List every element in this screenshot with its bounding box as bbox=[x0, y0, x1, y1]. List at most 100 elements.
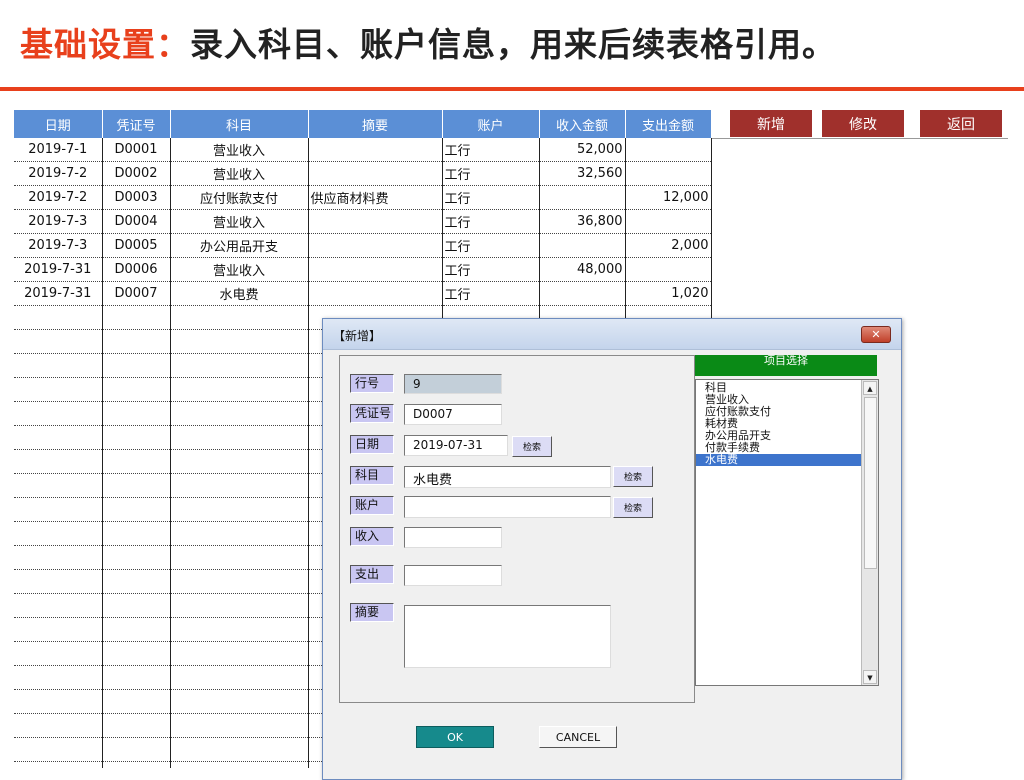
empty-cell[interactable] bbox=[170, 305, 309, 330]
cell-date[interactable]: 2019-7-2 bbox=[14, 161, 103, 186]
cell-income[interactable]: 48,000 bbox=[539, 257, 626, 282]
empty-cell[interactable] bbox=[170, 497, 309, 522]
empty-cell[interactable] bbox=[14, 497, 103, 522]
empty-cell[interactable] bbox=[170, 569, 309, 594]
subject-search-button[interactable]: 检索 bbox=[613, 466, 653, 487]
cell-summary[interactable] bbox=[308, 161, 443, 186]
cell-expense[interactable]: 1,020 bbox=[625, 281, 712, 306]
empty-cell[interactable] bbox=[102, 497, 171, 522]
table-row[interactable]: 2019-7-2 D0002 营业收入 工行 32,560 bbox=[14, 161, 712, 186]
empty-cell[interactable] bbox=[14, 425, 103, 450]
cell-income[interactable]: 52,000 bbox=[539, 138, 626, 162]
cell-expense[interactable]: 12,000 bbox=[625, 185, 712, 210]
cell-subject[interactable]: 营业收入 bbox=[170, 257, 309, 282]
cell-date[interactable]: 2019-7-3 bbox=[14, 209, 103, 234]
close-icon[interactable]: ✕ bbox=[861, 326, 891, 343]
cell-date[interactable]: 2019-7-2 bbox=[14, 185, 103, 210]
empty-cell[interactable] bbox=[170, 449, 309, 474]
cell-summary[interactable] bbox=[308, 138, 443, 162]
account-search-button[interactable]: 检索 bbox=[613, 497, 653, 518]
empty-cell[interactable] bbox=[102, 761, 171, 768]
empty-cell[interactable] bbox=[102, 641, 171, 666]
empty-cell[interactable] bbox=[102, 521, 171, 546]
empty-cell[interactable] bbox=[14, 377, 103, 402]
col-header-account[interactable]: 账户 bbox=[442, 110, 540, 138]
list-item-selected[interactable]: 水电费 bbox=[696, 454, 878, 466]
empty-cell[interactable] bbox=[102, 545, 171, 570]
scroll-thumb[interactable] bbox=[864, 397, 877, 569]
date-search-button[interactable]: 检索 bbox=[512, 436, 552, 457]
empty-cell[interactable] bbox=[102, 425, 171, 450]
empty-cell[interactable] bbox=[102, 401, 171, 426]
col-header-date[interactable]: 日期 bbox=[14, 110, 103, 138]
cell-subject[interactable]: 营业收入 bbox=[170, 138, 309, 162]
table-row[interactable]: 2019-7-2 D0003 应付账款支付 供应商材料费 工行 12,000 bbox=[14, 185, 712, 210]
cell-voucher[interactable]: D0007 bbox=[102, 281, 171, 306]
table-row[interactable]: 2019-7-31 D0006 营业收入 工行 48,000 bbox=[14, 257, 712, 282]
empty-cell[interactable] bbox=[170, 689, 309, 714]
cell-summary[interactable] bbox=[308, 233, 443, 258]
table-row[interactable]: 2019-7-3 D0004 营业收入 工行 36,800 bbox=[14, 209, 712, 234]
empty-cell[interactable] bbox=[14, 713, 103, 738]
summary-textarea[interactable] bbox=[404, 605, 611, 668]
cell-account[interactable]: 工行 bbox=[442, 161, 540, 186]
col-header-voucher[interactable]: 凭证号 bbox=[102, 110, 171, 138]
cell-expense[interactable] bbox=[625, 257, 712, 282]
empty-cell[interactable] bbox=[14, 545, 103, 570]
cell-income[interactable] bbox=[539, 281, 626, 306]
empty-cell[interactable] bbox=[14, 569, 103, 594]
col-header-summary[interactable]: 摘要 bbox=[308, 110, 443, 138]
empty-cell[interactable] bbox=[14, 353, 103, 378]
cell-subject[interactable]: 营业收入 bbox=[170, 209, 309, 234]
empty-cell[interactable] bbox=[102, 593, 171, 618]
cell-income[interactable]: 36,800 bbox=[539, 209, 626, 234]
cell-account[interactable]: 工行 bbox=[442, 138, 540, 162]
cell-account[interactable]: 工行 bbox=[442, 233, 540, 258]
cell-subject[interactable]: 营业收入 bbox=[170, 161, 309, 186]
empty-cell[interactable] bbox=[102, 713, 171, 738]
empty-cell[interactable] bbox=[170, 593, 309, 618]
cell-subject[interactable]: 办公用品开支 bbox=[170, 233, 309, 258]
empty-cell[interactable] bbox=[170, 425, 309, 450]
empty-cell[interactable] bbox=[170, 737, 309, 762]
cell-account[interactable]: 工行 bbox=[442, 281, 540, 306]
cell-voucher[interactable]: D0006 bbox=[102, 257, 171, 282]
empty-cell[interactable] bbox=[102, 737, 171, 762]
empty-cell[interactable] bbox=[14, 449, 103, 474]
cell-voucher[interactable]: D0001 bbox=[102, 138, 171, 162]
scroll-down-icon[interactable]: ▼ bbox=[863, 670, 877, 684]
empty-cell[interactable] bbox=[170, 377, 309, 402]
cell-income[interactable] bbox=[539, 185, 626, 210]
empty-cell[interactable] bbox=[14, 305, 103, 330]
cell-voucher[interactable]: D0003 bbox=[102, 185, 171, 210]
empty-cell[interactable] bbox=[170, 329, 309, 354]
empty-cell[interactable] bbox=[170, 617, 309, 642]
cancel-button[interactable]: CANCEL bbox=[539, 726, 617, 748]
cell-expense[interactable] bbox=[625, 209, 712, 234]
empty-cell[interactable] bbox=[170, 521, 309, 546]
cell-expense[interactable]: 2,000 bbox=[625, 233, 712, 258]
cell-voucher[interactable]: D0002 bbox=[102, 161, 171, 186]
cell-summary[interactable] bbox=[308, 209, 443, 234]
empty-cell[interactable] bbox=[102, 473, 171, 498]
cell-date[interactable]: 2019-7-31 bbox=[14, 281, 103, 306]
empty-cell[interactable] bbox=[102, 329, 171, 354]
cell-expense[interactable] bbox=[625, 138, 712, 162]
cell-account[interactable]: 工行 bbox=[442, 257, 540, 282]
empty-cell[interactable] bbox=[14, 521, 103, 546]
empty-cell[interactable] bbox=[14, 473, 103, 498]
cell-voucher[interactable]: D0005 bbox=[102, 233, 171, 258]
cell-date[interactable]: 2019-7-1 bbox=[14, 138, 103, 162]
table-row[interactable]: 2019-7-3 D0005 办公用品开支 工行 2,000 bbox=[14, 233, 712, 258]
empty-cell[interactable] bbox=[170, 713, 309, 738]
empty-cell[interactable] bbox=[170, 473, 309, 498]
empty-cell[interactable] bbox=[102, 665, 171, 690]
empty-cell[interactable] bbox=[14, 593, 103, 618]
col-header-expense[interactable]: 支出金额 bbox=[625, 110, 712, 138]
empty-cell[interactable] bbox=[102, 353, 171, 378]
item-picker-list[interactable]: 科目 营业收入 应付账款支付 耗材费 办公用品开支 付款手续费 水电费 ▲ ▼ bbox=[695, 379, 879, 686]
empty-cell[interactable] bbox=[170, 641, 309, 666]
empty-cell[interactable] bbox=[170, 401, 309, 426]
col-header-income[interactable]: 收入金额 bbox=[539, 110, 626, 138]
empty-cell[interactable] bbox=[102, 377, 171, 402]
